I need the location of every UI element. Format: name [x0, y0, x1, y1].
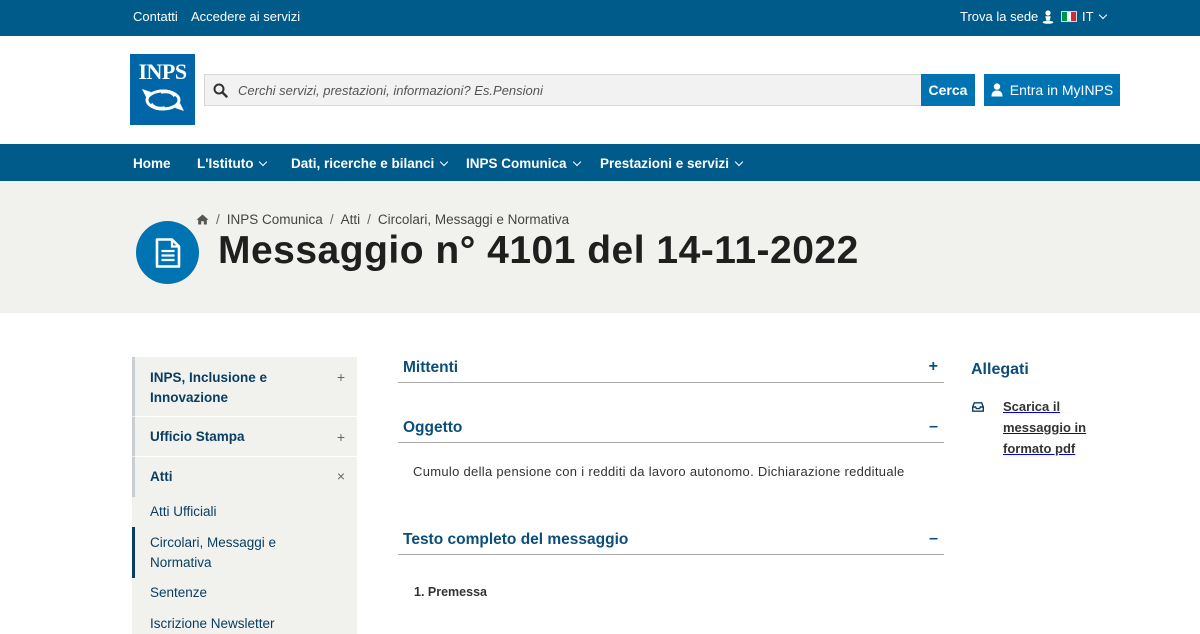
breadcrumb-inps-comunica[interactable]: INPS Comunica [227, 212, 323, 227]
nav-item-label: INPS Comunica [466, 156, 567, 171]
accordion-title: Oggetto [403, 419, 463, 436]
person-pin-icon [1042, 9, 1054, 24]
expand-plus-icon[interactable]: + [337, 369, 345, 385]
sidebar-item-atti[interactable]: Atti × [132, 457, 357, 497]
nav-item-prestazioni-servizi[interactable]: Prestazioni e servizi [600, 156, 744, 171]
inps-logo[interactable]: INPS [130, 54, 195, 125]
italian-flag-icon [1061, 11, 1077, 22]
accordion-testo-completo[interactable]: Testo completo del messaggio – [398, 530, 944, 555]
page-title: Messaggio n° 4101 del 14-11-2022 [218, 229, 859, 272]
chevron-down-icon [259, 157, 268, 166]
nav-item-home[interactable]: Home [133, 156, 171, 171]
collapse-minus-icon[interactable]: – [929, 530, 938, 548]
trova-sede-link[interactable]: Trova la sede [960, 9, 1054, 24]
top-bar: Contatti Accedere ai servizi Trova la se… [0, 0, 1200, 36]
nav-item-inps-comunica[interactable]: INPS Comunica [466, 156, 581, 171]
expand-plus-icon[interactable]: + [337, 429, 345, 445]
document-icon [136, 221, 199, 284]
accordion-oggetto[interactable]: Oggetto – [398, 418, 944, 443]
page-header-band: / INPS Comunica / Atti / Circolari, Mess… [0, 181, 1200, 313]
oggetto-text: Cumulo della pensione con i redditi da l… [413, 464, 905, 479]
sidebar-item-label: INPS, Inclusione e Innovazione [150, 370, 268, 405]
nav-item-label: Home [133, 156, 171, 171]
site-header: INPS Cerca Entra in MyINPS [0, 36, 1200, 144]
sidebar-subitem-atti-ufficiali[interactable]: Atti Ufficiali [132, 497, 357, 527]
accordion-mittenti[interactable]: Mittenti + [398, 358, 944, 383]
sidebar-subitem-label: Circolari, Messaggi e Normativa [150, 535, 277, 570]
logo-text: INPS [138, 59, 187, 84]
chevron-down-icon [1098, 10, 1107, 19]
language-selector[interactable]: IT [1061, 9, 1107, 24]
sidebar-subitem-circolari-messaggi[interactable]: Circolari, Messaggi e Normativa [132, 527, 357, 578]
expand-plus-icon[interactable]: + [929, 358, 938, 376]
download-pdf-label: Scarica il messaggio in formato pdf [1003, 399, 1087, 456]
nav-item-label: Prestazioni e servizi [600, 156, 730, 171]
myinps-login-label: Entra in MyINPS [1009, 82, 1114, 98]
sidebar-item-label: Atti [150, 469, 173, 484]
search-box [204, 74, 921, 106]
myinps-login-button[interactable]: Entra in MyINPS [984, 74, 1120, 106]
download-pdf-link[interactable]: Scarica il messaggio in formato pdf [972, 396, 1093, 459]
sidebar-subitem-sentenze[interactable]: Sentenze [132, 579, 357, 609]
language-label: IT [1082, 9, 1094, 24]
contatti-link[interactable]: Contatti [133, 9, 178, 24]
inbox-tray-icon [972, 402, 984, 412]
sidebar-nav: INPS, Inclusione e Innovazione + Ufficio… [132, 357, 357, 634]
sidebar-subitem-iscrizione-newsletter[interactable]: Iscrizione Newsletter [132, 609, 357, 634]
nav-item-label: L'Istituto [197, 156, 254, 171]
breadcrumb-separator: / [367, 212, 371, 227]
section-heading-premessa: 1. Premessa [414, 585, 487, 599]
sidebar-item-ufficio-stampa[interactable]: Ufficio Stampa + [132, 417, 357, 456]
nav-item-label: Dati, ricerche e bilanci [291, 156, 435, 171]
sidebar-item-label: Ufficio Stampa [150, 429, 245, 444]
accordion-title: Testo completo del messaggio [403, 531, 629, 548]
search-icon [205, 83, 235, 98]
user-icon [991, 83, 1003, 97]
breadcrumb: / INPS Comunica / Atti / Circolari, Mess… [196, 212, 569, 227]
trova-sede-label: Trova la sede [960, 9, 1039, 24]
collapse-close-icon[interactable]: × [337, 468, 345, 484]
sidebar-item-inclusione-innovazione[interactable]: INPS, Inclusione e Innovazione + [132, 357, 357, 416]
chevron-down-icon [572, 157, 581, 166]
logo-emblem-icon [141, 89, 184, 111]
search-button[interactable]: Cerca [921, 74, 975, 106]
breadcrumb-atti[interactable]: Atti [341, 212, 361, 227]
search-input[interactable] [235, 82, 895, 98]
sidebar-subitem-label: Atti Ufficiali [150, 504, 217, 519]
home-icon[interactable] [196, 214, 209, 225]
accedere-servizi-link[interactable]: Accedere ai servizi [191, 9, 300, 24]
nav-item-dati-ricerche-bilanci[interactable]: Dati, ricerche e bilanci [291, 156, 449, 171]
breadcrumb-separator: / [216, 212, 220, 227]
nav-item-istituto[interactable]: L'Istituto [197, 156, 268, 171]
sidebar-subitem-label: Iscrizione Newsletter [150, 616, 275, 631]
sidebar-subitem-label: Sentenze [150, 585, 208, 600]
main-navigation: Home L'Istituto Dati, ricerche e bilanci… [0, 144, 1200, 181]
breadcrumb-separator: / [329, 212, 334, 227]
allegati-title: Allegati [971, 361, 1029, 378]
breadcrumb-current: Circolari, Messaggi e Normativa [377, 212, 570, 227]
chevron-down-icon [440, 157, 449, 166]
accordion-title: Mittenti [403, 359, 459, 376]
collapse-minus-icon[interactable]: – [929, 418, 938, 436]
chevron-down-icon [734, 157, 744, 166]
